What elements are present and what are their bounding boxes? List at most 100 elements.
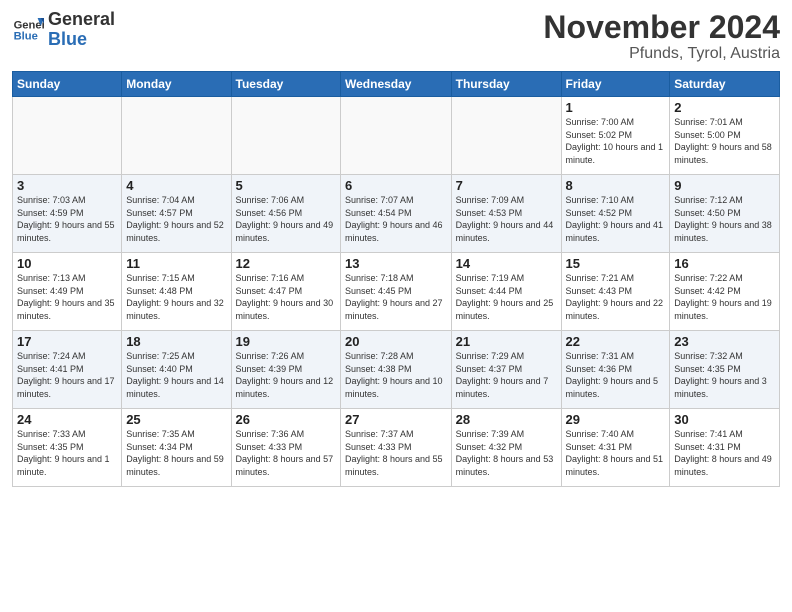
day-info: Sunrise: 7:16 AM Sunset: 4:47 PM Dayligh… (236, 272, 336, 322)
month-title: November 2024 (543, 10, 780, 45)
calendar-day-cell: 8Sunrise: 7:10 AM Sunset: 4:52 PM Daylig… (561, 175, 670, 253)
day-number: 3 (17, 178, 117, 193)
day-number: 20 (345, 334, 447, 349)
day-info: Sunrise: 7:26 AM Sunset: 4:39 PM Dayligh… (236, 350, 336, 400)
day-info: Sunrise: 7:10 AM Sunset: 4:52 PM Dayligh… (566, 194, 666, 244)
calendar-week-row: 24Sunrise: 7:33 AM Sunset: 4:35 PM Dayli… (13, 409, 780, 487)
calendar-week-row: 1Sunrise: 7:00 AM Sunset: 5:02 PM Daylig… (13, 97, 780, 175)
day-info: Sunrise: 7:22 AM Sunset: 4:42 PM Dayligh… (674, 272, 775, 322)
calendar-day-cell: 1Sunrise: 7:00 AM Sunset: 5:02 PM Daylig… (561, 97, 670, 175)
calendar-day-cell: 22Sunrise: 7:31 AM Sunset: 4:36 PM Dayli… (561, 331, 670, 409)
day-info: Sunrise: 7:13 AM Sunset: 4:49 PM Dayligh… (17, 272, 117, 322)
day-info: Sunrise: 7:25 AM Sunset: 4:40 PM Dayligh… (126, 350, 226, 400)
calendar-day-cell: 13Sunrise: 7:18 AM Sunset: 4:45 PM Dayli… (341, 253, 452, 331)
day-info: Sunrise: 7:15 AM Sunset: 4:48 PM Dayligh… (126, 272, 226, 322)
day-info: Sunrise: 7:33 AM Sunset: 4:35 PM Dayligh… (17, 428, 117, 478)
day-number: 13 (345, 256, 447, 271)
day-info: Sunrise: 7:21 AM Sunset: 4:43 PM Dayligh… (566, 272, 666, 322)
calendar-day-cell: 18Sunrise: 7:25 AM Sunset: 4:40 PM Dayli… (122, 331, 231, 409)
day-info: Sunrise: 7:28 AM Sunset: 4:38 PM Dayligh… (345, 350, 447, 400)
day-info: Sunrise: 7:40 AM Sunset: 4:31 PM Dayligh… (566, 428, 666, 478)
day-info: Sunrise: 7:39 AM Sunset: 4:32 PM Dayligh… (456, 428, 557, 478)
logo-icon: General Blue (12, 14, 44, 46)
day-info: Sunrise: 7:41 AM Sunset: 4:31 PM Dayligh… (674, 428, 775, 478)
day-number: 7 (456, 178, 557, 193)
day-number: 23 (674, 334, 775, 349)
calendar-day-cell: 25Sunrise: 7:35 AM Sunset: 4:34 PM Dayli… (122, 409, 231, 487)
day-info: Sunrise: 7:35 AM Sunset: 4:34 PM Dayligh… (126, 428, 226, 478)
calendar-day-cell: 11Sunrise: 7:15 AM Sunset: 4:48 PM Dayli… (122, 253, 231, 331)
calendar-day-cell: 4Sunrise: 7:04 AM Sunset: 4:57 PM Daylig… (122, 175, 231, 253)
day-number: 25 (126, 412, 226, 427)
day-number: 27 (345, 412, 447, 427)
day-number: 8 (566, 178, 666, 193)
day-number: 19 (236, 334, 336, 349)
day-number: 29 (566, 412, 666, 427)
days-header-row: Sunday Monday Tuesday Wednesday Thursday… (13, 72, 780, 97)
day-info: Sunrise: 7:06 AM Sunset: 4:56 PM Dayligh… (236, 194, 336, 244)
page-container: General Blue General Blue November 2024 … (0, 0, 792, 495)
calendar-day-cell (451, 97, 561, 175)
day-info: Sunrise: 7:03 AM Sunset: 4:59 PM Dayligh… (17, 194, 117, 244)
calendar-day-cell: 6Sunrise: 7:07 AM Sunset: 4:54 PM Daylig… (341, 175, 452, 253)
day-number: 28 (456, 412, 557, 427)
day-number: 10 (17, 256, 117, 271)
day-info: Sunrise: 7:36 AM Sunset: 4:33 PM Dayligh… (236, 428, 336, 478)
calendar-day-cell: 10Sunrise: 7:13 AM Sunset: 4:49 PM Dayli… (13, 253, 122, 331)
calendar-day-cell: 14Sunrise: 7:19 AM Sunset: 4:44 PM Dayli… (451, 253, 561, 331)
day-number: 14 (456, 256, 557, 271)
day-number: 21 (456, 334, 557, 349)
calendar-day-cell (231, 97, 340, 175)
calendar-day-cell: 29Sunrise: 7:40 AM Sunset: 4:31 PM Dayli… (561, 409, 670, 487)
day-info: Sunrise: 7:37 AM Sunset: 4:33 PM Dayligh… (345, 428, 447, 478)
day-number: 11 (126, 256, 226, 271)
header: General Blue General Blue November 2024 … (12, 10, 780, 63)
day-info: Sunrise: 7:31 AM Sunset: 4:36 PM Dayligh… (566, 350, 666, 400)
day-info: Sunrise: 7:09 AM Sunset: 4:53 PM Dayligh… (456, 194, 557, 244)
header-thursday: Thursday (451, 72, 561, 97)
calendar-day-cell: 21Sunrise: 7:29 AM Sunset: 4:37 PM Dayli… (451, 331, 561, 409)
day-number: 12 (236, 256, 336, 271)
calendar-day-cell: 5Sunrise: 7:06 AM Sunset: 4:56 PM Daylig… (231, 175, 340, 253)
calendar-day-cell: 23Sunrise: 7:32 AM Sunset: 4:35 PM Dayli… (670, 331, 780, 409)
day-info: Sunrise: 7:12 AM Sunset: 4:50 PM Dayligh… (674, 194, 775, 244)
day-info: Sunrise: 7:07 AM Sunset: 4:54 PM Dayligh… (345, 194, 447, 244)
day-info: Sunrise: 7:29 AM Sunset: 4:37 PM Dayligh… (456, 350, 557, 400)
day-number: 9 (674, 178, 775, 193)
day-info: Sunrise: 7:19 AM Sunset: 4:44 PM Dayligh… (456, 272, 557, 322)
calendar-day-cell: 12Sunrise: 7:16 AM Sunset: 4:47 PM Dayli… (231, 253, 340, 331)
calendar-day-cell: 7Sunrise: 7:09 AM Sunset: 4:53 PM Daylig… (451, 175, 561, 253)
day-number: 16 (674, 256, 775, 271)
header-sunday: Sunday (13, 72, 122, 97)
day-info: Sunrise: 7:01 AM Sunset: 5:00 PM Dayligh… (674, 116, 775, 166)
calendar-week-row: 10Sunrise: 7:13 AM Sunset: 4:49 PM Dayli… (13, 253, 780, 331)
calendar-week-row: 17Sunrise: 7:24 AM Sunset: 4:41 PM Dayli… (13, 331, 780, 409)
day-number: 5 (236, 178, 336, 193)
day-number: 26 (236, 412, 336, 427)
header-saturday: Saturday (670, 72, 780, 97)
calendar-day-cell: 19Sunrise: 7:26 AM Sunset: 4:39 PM Dayli… (231, 331, 340, 409)
day-info: Sunrise: 7:18 AM Sunset: 4:45 PM Dayligh… (345, 272, 447, 322)
day-info: Sunrise: 7:24 AM Sunset: 4:41 PM Dayligh… (17, 350, 117, 400)
day-number: 22 (566, 334, 666, 349)
day-number: 24 (17, 412, 117, 427)
day-number: 4 (126, 178, 226, 193)
calendar-day-cell: 3Sunrise: 7:03 AM Sunset: 4:59 PM Daylig… (13, 175, 122, 253)
header-tuesday: Tuesday (231, 72, 340, 97)
calendar-table: Sunday Monday Tuesday Wednesday Thursday… (12, 71, 780, 487)
day-number: 2 (674, 100, 775, 115)
logo-text: General Blue (48, 10, 115, 50)
calendar-day-cell: 15Sunrise: 7:21 AM Sunset: 4:43 PM Dayli… (561, 253, 670, 331)
day-info: Sunrise: 7:32 AM Sunset: 4:35 PM Dayligh… (674, 350, 775, 400)
day-number: 18 (126, 334, 226, 349)
day-number: 1 (566, 100, 666, 115)
header-wednesday: Wednesday (341, 72, 452, 97)
calendar-day-cell (122, 97, 231, 175)
day-info: Sunrise: 7:04 AM Sunset: 4:57 PM Dayligh… (126, 194, 226, 244)
location: Pfunds, Tyrol, Austria (543, 45, 780, 63)
calendar-day-cell: 24Sunrise: 7:33 AM Sunset: 4:35 PM Dayli… (13, 409, 122, 487)
calendar-day-cell: 20Sunrise: 7:28 AM Sunset: 4:38 PM Dayli… (341, 331, 452, 409)
calendar-day-cell (13, 97, 122, 175)
logo: General Blue General Blue (12, 10, 115, 50)
header-friday: Friday (561, 72, 670, 97)
